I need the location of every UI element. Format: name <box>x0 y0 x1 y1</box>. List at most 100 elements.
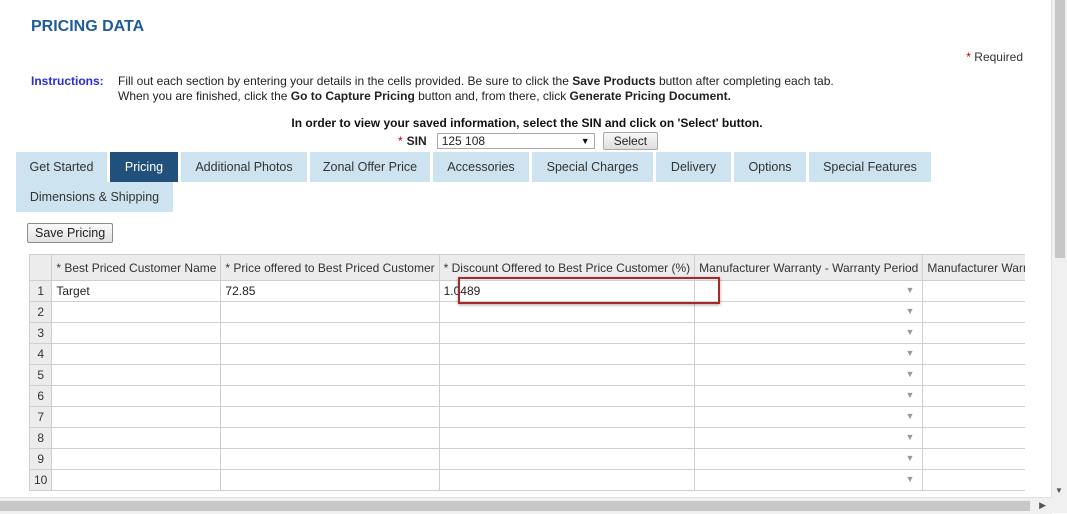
cell-discount[interactable] <box>438 406 696 428</box>
scroll-right-arrow-icon[interactable]: ▶ <box>1039 500 1046 511</box>
dropdown-arrow-icon[interactable]: ▼ <box>905 474 914 484</box>
horizontal-scroll-thumb[interactable] <box>0 501 1030 511</box>
vertical-scrollbar[interactable]: ▼ <box>1051 0 1067 497</box>
table-row: 1 Target 72.85 1.0489 ▼ <box>29 280 1025 302</box>
cell-customer-name[interactable] <box>51 448 222 470</box>
instr-bold-save-products: Save Products <box>572 74 656 88</box>
cell-customer-name[interactable] <box>51 385 222 407</box>
cell-warranty-period[interactable]: ▼ <box>694 385 924 407</box>
cell-price-offered[interactable] <box>220 301 440 323</box>
instr-text-part: button after completing each tab. <box>655 74 834 88</box>
cell-price-offered[interactable] <box>220 322 440 344</box>
tab-get-started[interactable]: Get Started <box>16 152 107 182</box>
table-header-row: * Best Priced Customer Name * Price offe… <box>29 254 1025 281</box>
col-header-warranty-period[interactable]: Manufacturer Warranty - Warranty Period <box>694 254 924 281</box>
cell-warranty-period[interactable]: ▼ <box>694 406 924 428</box>
cell-warranty[interactable] <box>922 427 1025 449</box>
cell-warranty[interactable] <box>922 364 1025 386</box>
cell-price-offered[interactable] <box>220 406 440 428</box>
table-row: 9 ▼ <box>29 448 1025 470</box>
col-header-customer-name[interactable]: * Best Priced Customer Name <box>51 254 222 281</box>
row-number: 5 <box>29 364 53 386</box>
cell-warranty-period[interactable]: ▼ <box>694 364 924 386</box>
save-pricing-button[interactable]: Save Pricing <box>27 223 114 243</box>
cell-warranty-period[interactable]: ▼ <box>694 301 924 323</box>
cell-price-offered[interactable] <box>220 385 440 407</box>
cell-warranty-period[interactable]: ▼ <box>694 343 924 365</box>
cell-discount[interactable] <box>438 427 696 449</box>
cell-discount[interactable] <box>438 322 696 344</box>
sin-select-button[interactable]: Select <box>602 132 659 150</box>
cell-price-offered[interactable] <box>220 469 440 491</box>
cell-customer-name[interactable]: Target <box>51 280 222 302</box>
cell-warranty-period[interactable]: ▼ <box>694 280 924 302</box>
cell-discount[interactable] <box>438 469 696 491</box>
dropdown-arrow-icon[interactable]: ▼ <box>905 432 914 442</box>
col-header-warranty[interactable]: Manufacturer Warranty <box>922 254 1025 281</box>
cell-warranty-period[interactable]: ▼ <box>694 427 924 449</box>
cell-customer-name[interactable] <box>51 427 222 449</box>
cell-warranty[interactable] <box>922 469 1025 491</box>
cell-warranty[interactable] <box>922 322 1025 344</box>
cell-customer-name[interactable] <box>51 301 222 323</box>
cell-discount[interactable] <box>438 385 696 407</box>
cell-warranty[interactable] <box>922 448 1025 470</box>
cell-price-offered[interactable] <box>220 343 440 365</box>
dropdown-arrow-icon[interactable]: ▼ <box>905 327 914 337</box>
dropdown-arrow-icon[interactable]: ▼ <box>905 306 914 316</box>
tab-dimensions-shipping[interactable]: Dimensions & Shipping <box>16 182 173 212</box>
tab-pricing[interactable]: Pricing <box>110 152 178 182</box>
cell-customer-name[interactable] <box>51 364 222 386</box>
cell-discount[interactable] <box>438 448 696 470</box>
cell-customer-name[interactable] <box>51 322 222 344</box>
cell-price-offered[interactable] <box>220 448 440 470</box>
instructions-label: Instructions: <box>31 74 104 88</box>
cell-warranty[interactable] <box>922 406 1025 428</box>
cell-warranty[interactable] <box>922 343 1025 365</box>
cell-customer-name[interactable] <box>51 406 222 428</box>
dropdown-arrow-icon[interactable]: ▼ <box>905 369 914 379</box>
dropdown-arrow-icon[interactable]: ▼ <box>905 453 914 463</box>
dropdown-arrow-icon[interactable]: ▼ <box>905 285 914 295</box>
cell-price-offered[interactable] <box>220 364 440 386</box>
tab-special-features[interactable]: Special Features <box>809 152 931 182</box>
sin-select[interactable]: 125 108 ▼ <box>436 133 595 149</box>
tab-delivery[interactable]: Delivery <box>656 152 731 182</box>
cell-warranty-period[interactable]: ▼ <box>694 469 924 491</box>
col-header-price-offered[interactable]: * Price offered to Best Priced Customer <box>220 254 440 281</box>
cell-customer-name[interactable] <box>51 343 222 365</box>
instr-text-part: When you are finished, click the <box>118 89 291 103</box>
horizontal-scrollbar[interactable]: ▶ <box>0 497 1052 514</box>
chevron-down-icon: ▼ <box>580 136 590 146</box>
cell-warranty[interactable] <box>922 301 1025 323</box>
cell-discount[interactable]: 1.0489 <box>438 280 696 302</box>
cell-warranty[interactable] <box>922 280 1025 302</box>
tab-zonal-offer-price[interactable]: Zonal Offer Price <box>310 152 430 182</box>
row-number: 6 <box>29 385 53 407</box>
cell-discount[interactable] <box>438 301 696 323</box>
tab-special-charges[interactable]: Special Charges <box>532 152 653 182</box>
row-number: 9 <box>29 448 53 470</box>
cell-discount[interactable] <box>438 364 696 386</box>
cell-warranty-period[interactable]: ▼ <box>694 322 924 344</box>
sin-label: SIN <box>406 134 427 148</box>
instr-text-part: button and, from there, click <box>414 89 570 103</box>
cell-price-offered[interactable] <box>220 427 440 449</box>
cell-customer-name[interactable] <box>51 469 222 491</box>
dropdown-arrow-icon[interactable]: ▼ <box>905 411 914 421</box>
dropdown-arrow-icon[interactable]: ▼ <box>905 348 914 358</box>
tab-accessories[interactable]: Accessories <box>433 152 529 182</box>
scroll-down-arrow-icon[interactable]: ▼ <box>1055 486 1063 495</box>
col-header-discount[interactable]: * Discount Offered to Best Price Custome… <box>438 254 696 281</box>
dropdown-arrow-icon[interactable]: ▼ <box>905 390 914 400</box>
tab-options[interactable]: Options <box>734 152 806 182</box>
tab-additional-photos[interactable]: Additional Photos <box>181 152 307 182</box>
row-number: 10 <box>29 469 53 491</box>
vertical-scroll-thumb[interactable] <box>1055 0 1065 258</box>
cell-price-offered[interactable]: 72.85 <box>220 280 440 302</box>
table-row: 2 ▼ <box>29 301 1025 323</box>
cell-warranty-period[interactable]: ▼ <box>694 448 924 470</box>
cell-warranty[interactable] <box>922 385 1025 407</box>
cell-discount[interactable] <box>438 343 696 365</box>
instr-bold-capture-pricing: Go to Capture Pricing <box>290 89 415 103</box>
